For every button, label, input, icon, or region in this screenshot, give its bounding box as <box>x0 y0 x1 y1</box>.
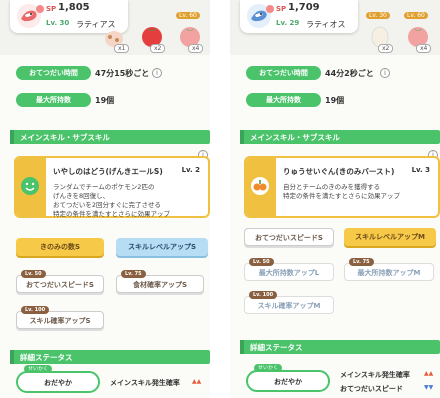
skill-description: 自分とチームのきのみを獲得する 特定の条件を満たすとさらに効果アップ <box>283 183 400 200</box>
max-carry-label: 最大所持数 <box>16 93 91 107</box>
sp-label: SP <box>46 5 57 13</box>
skill-name: りゅうせいぐん(きのみバースト) <box>283 167 395 176</box>
unlock-level-tag: Lv. 50 <box>21 270 46 278</box>
ingredient-count: x2 <box>378 44 394 53</box>
nature-stat-label: おてつだいスピード <box>340 385 403 393</box>
nature-tag: せいかく <box>24 365 53 373</box>
level-label: Lv. 29 <box>276 19 300 27</box>
unlock-level-tag: Lv. 75 <box>349 258 374 266</box>
nature-stat-label: メインスキル発生確率 <box>110 379 180 387</box>
ingredient-lock-level: Lv. 60 <box>404 12 428 19</box>
right-pokemon-panel: SP 1,709 Lv. 29 ラティオス Lv. 30 x2 Lv. 60 x… <box>230 0 440 398</box>
ingredient-count: x4 <box>416 44 432 53</box>
main-skill-section-header: メインスキル・サブスキル <box>10 130 210 144</box>
energy-smile-icon <box>21 177 39 195</box>
unlock-level-tag: Lv. 50 <box>249 258 274 266</box>
skill-name: いやしのはどう(げんきエールS) <box>53 167 163 176</box>
ingredient-lock-level: Lv. 60 <box>176 12 200 19</box>
main-skill-section-header: メインスキル・サブスキル <box>240 130 440 144</box>
max-carry-label: 最大所持数 <box>246 93 321 107</box>
subskill-button[interactable]: スキルレベルアップS <box>116 238 208 256</box>
main-skill-card[interactable]: いやしのはどう(げんきエールS) Lv. 2 ランダムでチームのポケモン2匹の … <box>14 156 210 218</box>
subskill-button[interactable]: Lv. 100 スキル確率アップS <box>16 306 104 329</box>
max-carry-value: 19個 <box>95 96 115 105</box>
sp-value: 1,805 <box>58 2 90 13</box>
info-icon[interactable]: i <box>380 68 390 78</box>
subskill-button[interactable]: Lv. 75 最大所持数アップM <box>344 258 434 281</box>
sp-badge-icon <box>36 5 44 13</box>
detail-status-section-header: 詳細ステータス <box>240 340 440 354</box>
nature-up-arrows: ▲▲ <box>424 370 434 377</box>
main-skill-card[interactable]: りゅうせいぐん(きのみバースト) Lv. 3 自分とチームのきのみを獲得する 特… <box>244 156 440 218</box>
sp-label: SP <box>276 5 287 13</box>
subskill-button[interactable]: Lv. 50 おてつだいスピードS <box>16 270 104 293</box>
subskill-button[interactable]: スキルレベルアップM <box>344 228 436 246</box>
berry-burst-icon <box>251 177 269 195</box>
subskill-button[interactable]: Lv. 75 食材確率アップS <box>116 270 204 293</box>
unlock-level-tag: Lv. 100 <box>21 306 50 314</box>
ingredient-count: x1 <box>114 44 130 53</box>
help-time-value: 44分2秒ごと <box>325 69 374 78</box>
nature-pill[interactable]: おだやか <box>16 371 100 393</box>
help-time-label: おてつだい時間 <box>16 66 91 80</box>
unlock-level-tag: Lv. 75 <box>121 270 146 278</box>
sp-badge-icon <box>266 5 274 13</box>
sp-value: 1,709 <box>288 2 320 13</box>
left-pokemon-panel: SP 1,805 Lv. 30 ラティアス x1 x2 Lv. 60 x4 おて… <box>0 0 210 398</box>
nature-stat-label: メインスキル発生確率 <box>340 371 410 379</box>
panel-divider <box>214 0 226 398</box>
subskill-button[interactable]: おてつだいスピードS <box>244 228 334 246</box>
pokemon-name: ラティオス <box>306 20 346 29</box>
skill-level: Lv. 3 <box>411 166 430 174</box>
skill-description: ランダムでチームのポケモン2匹の げんきを8回復し、 おてつだいを2回分すぐに完… <box>53 183 170 218</box>
max-carry-value: 19個 <box>325 96 345 105</box>
help-time-value: 47分15秒ごと <box>95 69 150 78</box>
subskill-button[interactable]: Lv. 50 最大所持数アップL <box>244 258 334 281</box>
skill-level: Lv. 2 <box>181 166 200 174</box>
ingredient-lock-level: Lv. 30 <box>366 12 390 19</box>
info-icon[interactable]: i <box>152 68 162 78</box>
help-time-label: おてつだい時間 <box>246 66 321 80</box>
unlock-level-tag: Lv. 100 <box>249 291 278 299</box>
ingredient-count: x2 <box>150 44 166 53</box>
subskill-button[interactable]: Lv. 100 スキル確率アップM <box>244 291 334 314</box>
nature-up-arrows: ▲▲ <box>192 378 202 385</box>
pokemon-header-card: SP 1,709 Lv. 29 ラティオス <box>240 0 358 33</box>
ingredient-count: x4 <box>188 44 204 53</box>
nature-down-arrows: ▼▼ <box>424 384 434 391</box>
subskill-button[interactable]: きのみの数S <box>16 238 104 256</box>
level-label: Lv. 30 <box>46 19 70 27</box>
nature-pill[interactable]: おだやか <box>246 370 330 392</box>
detail-status-section-header: 詳細ステータス <box>10 350 210 364</box>
nature-tag: せいかく <box>254 364 283 372</box>
